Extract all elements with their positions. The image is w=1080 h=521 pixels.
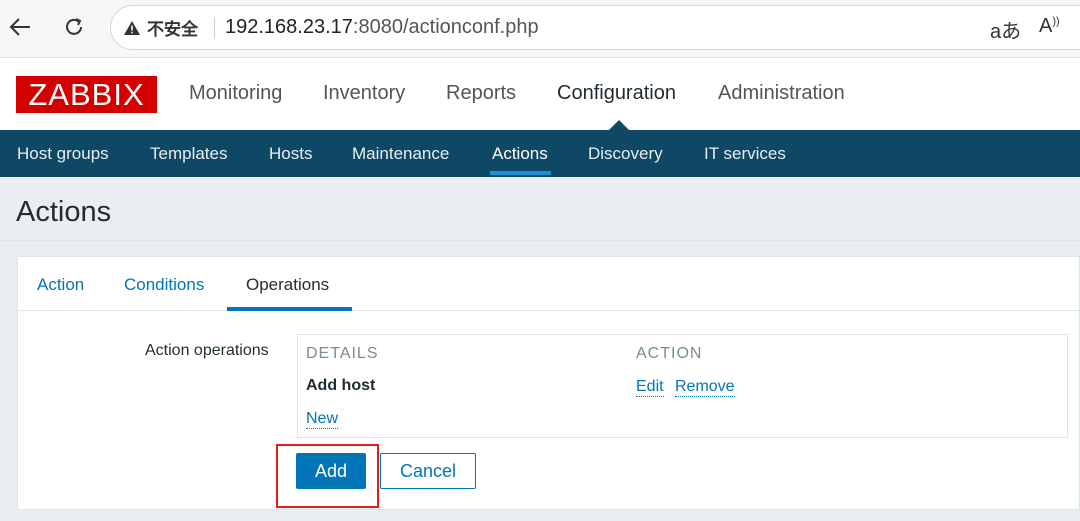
security-label: 不安全 <box>147 20 198 39</box>
divider <box>0 240 1080 241</box>
subnav-templates[interactable]: Templates <box>150 144 227 164</box>
menu-reports[interactable]: Reports <box>446 82 516 105</box>
divider <box>214 17 215 39</box>
active-tab-indicator <box>227 307 352 311</box>
back-arrow-icon[interactable] <box>4 11 36 43</box>
subnav-it-services[interactable]: IT services <box>704 144 786 164</box>
address-bar[interactable]: 不安全 192.168.23.17:8080/actionconf.php aあ… <box>110 5 1080 50</box>
zabbix-logo[interactable]: ZABBIX <box>16 76 157 113</box>
active-subnav-indicator <box>490 171 551 175</box>
operations-table: DETAILS ACTION Add host Edit Remove New <box>297 334 1068 438</box>
sub-navigation: Host groups Templates Hosts Maintenance … <box>0 130 1080 177</box>
action-form-panel: Action Conditions Operations Action oper… <box>17 256 1080 510</box>
cancel-button[interactable]: Cancel <box>380 453 476 489</box>
browser-toolbar: 不安全 192.168.23.17:8080/actionconf.php aあ… <box>0 0 1080 58</box>
read-aloud-icon[interactable]: A)) <box>1039 15 1060 38</box>
operation-details: Add host <box>306 377 376 394</box>
url-text[interactable]: 192.168.23.17:8080/actionconf.php <box>225 16 539 39</box>
menu-monitoring[interactable]: Monitoring <box>189 82 282 105</box>
menu-administration[interactable]: Administration <box>718 82 845 105</box>
menu-configuration[interactable]: Configuration <box>557 82 676 105</box>
menu-inventory[interactable]: Inventory <box>323 82 405 105</box>
subnav-discovery[interactable]: Discovery <box>588 144 663 164</box>
column-header-action: ACTION <box>636 345 703 362</box>
remove-link[interactable]: Remove <box>675 378 735 397</box>
url-path: :8080/actionconf.php <box>352 16 539 38</box>
tab-operations[interactable]: Operations <box>246 275 329 295</box>
subnav-actions[interactable]: Actions <box>492 144 548 164</box>
edit-link[interactable]: Edit <box>636 378 664 397</box>
subnav-host-groups[interactable]: Host groups <box>17 144 109 164</box>
tab-conditions[interactable]: Conditions <box>124 275 204 295</box>
highlight-box <box>276 444 379 508</box>
reload-icon[interactable] <box>58 11 90 43</box>
column-header-details: DETAILS <box>306 345 379 362</box>
warning-triangle-icon <box>124 20 140 35</box>
immersive-reader-icon[interactable]: aあ <box>990 15 1021 44</box>
action-operations-label: Action operations <box>145 342 269 359</box>
url-host: 192.168.23.17 <box>225 16 353 38</box>
tab-action[interactable]: Action <box>37 275 84 295</box>
subnav-maintenance[interactable]: Maintenance <box>352 144 449 164</box>
subnav-hosts[interactable]: Hosts <box>269 144 312 164</box>
security-warning[interactable]: 不安全 <box>123 15 198 40</box>
new-operation-link[interactable]: New <box>306 410 339 429</box>
tab-bar: Action Conditions Operations <box>18 257 1080 311</box>
page-title: Actions <box>16 196 112 228</box>
top-navigation: ZABBIX Monitoring Inventory Reports Conf… <box>0 58 1080 131</box>
